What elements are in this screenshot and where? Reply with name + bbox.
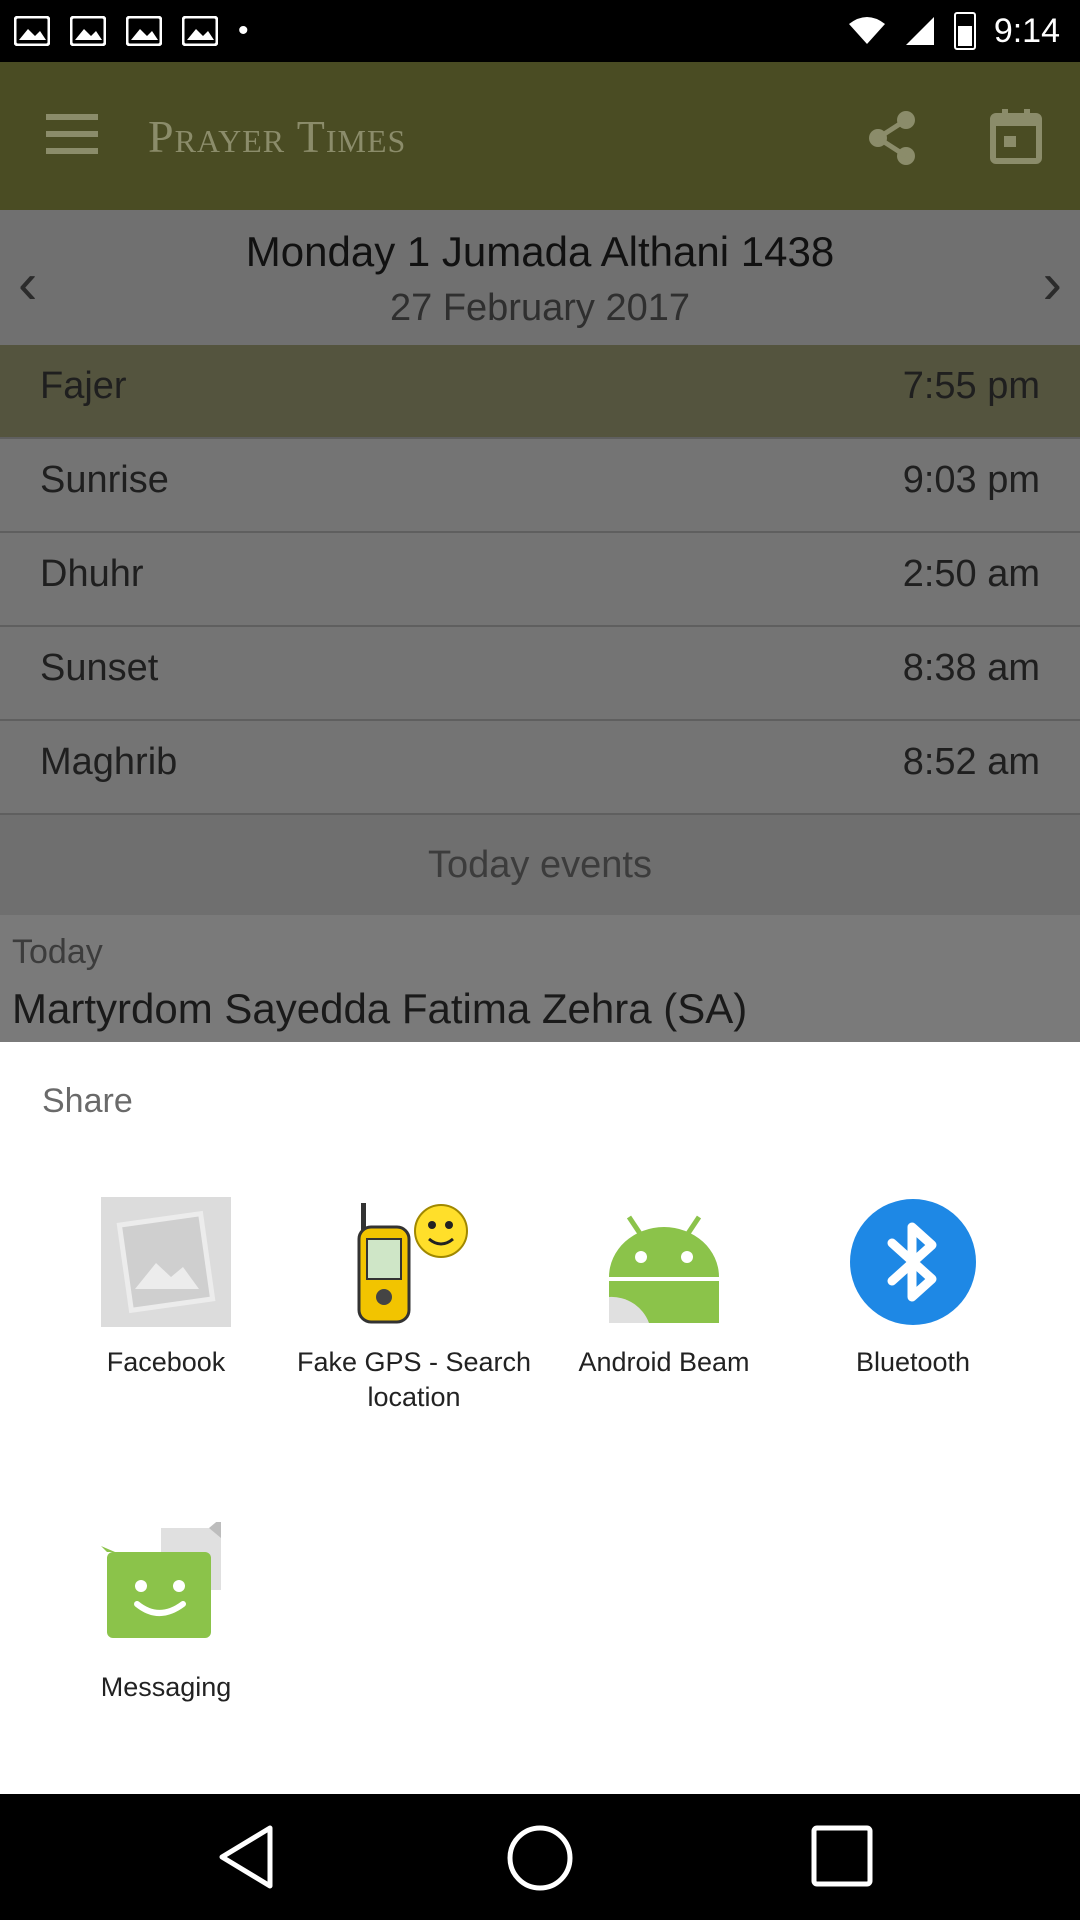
hijri-date: Monday 1 Jumada Althani 1438 (245, 228, 835, 275)
prayer-name: Maghrib (40, 741, 178, 783)
more-notifications-icon: • (238, 14, 249, 47)
prayer-name: Fajer (40, 365, 127, 407)
share-app-android-beam[interactable]: Android Beam (544, 1197, 784, 1380)
wifi-icon (848, 17, 885, 44)
chevron-right-icon[interactable]: › (1043, 250, 1062, 317)
prayer-row-sunset[interactable]: Sunset 8:38 am (0, 627, 1080, 721)
share-app-messaging[interactable]: Messaging (46, 1518, 286, 1705)
today-events-header: Today events (0, 815, 1080, 915)
today-event-item[interactable]: Today Martyrdom Sayedda Fatima Zehra (SA… (0, 915, 1080, 1042)
menu-icon[interactable] (46, 114, 98, 154)
event-day-label: Today (12, 933, 103, 971)
app-label: Fake GPS - Search location (296, 1347, 532, 1412)
status-time: 9:14 (993, 11, 1060, 50)
back-icon[interactable] (216, 1824, 276, 1890)
gallery-notification-icon (182, 16, 218, 46)
prayer-row-fajer[interactable]: Fajer 7:55 pm (0, 345, 1080, 439)
date-header: ‹ Monday 1 Jumada Althani 1438 27 Februa… (0, 210, 1080, 345)
prayer-name: Sunrise (40, 459, 169, 501)
share-app-bluetooth[interactable]: Bluetooth (793, 1197, 1033, 1380)
prayer-time: 2:50 am (902, 553, 1040, 595)
prayer-name: Sunset (40, 647, 159, 689)
app-label: Android Beam (578, 1347, 750, 1377)
home-icon[interactable] (506, 1824, 574, 1892)
share-icon[interactable] (866, 110, 918, 166)
gallery-notification-icon (70, 16, 106, 46)
share-app-facebook[interactable]: Facebook (46, 1197, 286, 1380)
share-title: Share (42, 1082, 133, 1120)
cellular-signal-icon (905, 17, 934, 45)
navigation-bar (0, 1794, 1080, 1920)
android-icon (599, 1197, 729, 1327)
prayer-row-maghrib[interactable]: Maghrib 8:52 am (0, 721, 1080, 815)
gallery-notification-icon (126, 16, 162, 46)
app-label: Bluetooth (855, 1347, 971, 1377)
prayer-name: Dhuhr (40, 553, 144, 595)
share-sheet: Share Facebook Fake GPS - Search locatio… (0, 1042, 1080, 1794)
gallery-notification-icon (14, 16, 50, 46)
image-placeholder-icon (101, 1197, 231, 1327)
prayer-row-sunrise[interactable]: Sunrise 9:03 pm (0, 439, 1080, 533)
app-label: Messaging (100, 1672, 232, 1702)
bluetooth-icon (848, 1197, 978, 1327)
prayer-time: 8:52 am (902, 741, 1040, 783)
status-bar: • 9:14 (0, 0, 1080, 62)
gregorian-date: 27 February 2017 (390, 287, 690, 329)
prayer-time: 7:55 pm (902, 365, 1040, 407)
prayer-row-dhuhr[interactable]: Dhuhr 2:50 am (0, 533, 1080, 627)
battery-icon (953, 12, 976, 50)
gps-device-icon (349, 1197, 479, 1327)
app-bar: Prayer Times (0, 62, 1080, 210)
calendar-icon[interactable] (990, 108, 1042, 164)
prayer-time: 9:03 pm (902, 459, 1040, 501)
app-label: Facebook (106, 1347, 226, 1377)
share-app-fake-gps[interactable]: Fake GPS - Search location (294, 1197, 534, 1415)
messaging-icon (101, 1518, 231, 1652)
event-title: Martyrdom Sayedda Fatima Zehra (SA) (12, 985, 748, 1032)
prayer-time: 8:38 am (902, 647, 1040, 689)
recents-icon[interactable] (810, 1824, 874, 1888)
app-title: Prayer Times (148, 110, 407, 162)
